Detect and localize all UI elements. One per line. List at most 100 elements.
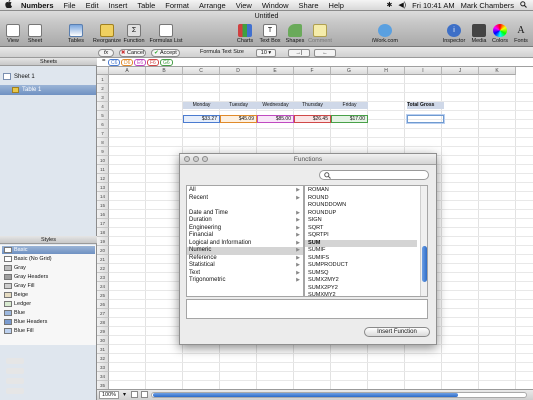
category-item[interactable]: Logical and Information ▶ [187, 240, 303, 248]
value-cell[interactable]: $17.00 [331, 115, 368, 123]
zoom-select[interactable]: 100% [99, 391, 119, 399]
function-item[interactable]: ROUNDUP [305, 210, 417, 218]
toolbar-sheet-button[interactable]: Sheet [22, 24, 48, 44]
row-header[interactable]: 21 [97, 255, 109, 264]
row-header[interactable]: 2 [97, 84, 109, 93]
row-header[interactable]: 19 [97, 237, 109, 246]
row-header[interactable]: 14 [97, 192, 109, 201]
column-header[interactable]: K [479, 67, 516, 75]
function-search-input[interactable] [333, 172, 425, 179]
toolbar-function-button[interactable]: Σ Function [121, 24, 147, 44]
minimize-icon[interactable] [193, 156, 199, 162]
toolbar-shapes-button[interactable]: Shapes [282, 24, 308, 44]
toolbar-reorganize-button[interactable]: Reorganize [90, 24, 124, 44]
column-header[interactable]: H [368, 67, 405, 75]
function-item[interactable]: ROUNDDOWN [305, 202, 417, 210]
row-header[interactable]: 16 [97, 210, 109, 219]
row-header[interactable]: 10 [97, 156, 109, 165]
cancel-button[interactable]: ✖ Cancel [119, 48, 146, 57]
category-item[interactable]: Text ▶ [187, 270, 303, 278]
column-header[interactable]: A [109, 67, 146, 75]
category-item[interactable]: Duration ▶ [187, 217, 303, 225]
doc-icon[interactable] [141, 391, 148, 398]
menu-format[interactable]: Format [160, 1, 194, 10]
style-item[interactable]: Beige [2, 291, 95, 299]
style-item[interactable]: Blue [2, 309, 95, 317]
row-header[interactable]: 30 [97, 336, 109, 345]
close-icon[interactable] [184, 156, 190, 162]
row-header[interactable]: 9 [97, 147, 109, 156]
page-icon[interactable] [131, 391, 138, 398]
row-header[interactable]: 29 [97, 327, 109, 336]
menu-help[interactable]: Help [324, 1, 349, 10]
toolbar-fonts-button[interactable]: A Fonts [508, 24, 533, 44]
row-header[interactable]: 31 [97, 345, 109, 354]
function-item[interactable]: SUMPRODUCT [305, 262, 417, 270]
function-item[interactable]: SUM [305, 239, 417, 247]
function-item[interactable]: SQRT [305, 225, 417, 233]
sidebar-sheet-1[interactable]: Sheet 1 [0, 72, 96, 82]
row-header[interactable]: 18 [97, 228, 109, 237]
value-cell[interactable]: $33.27 [183, 115, 220, 123]
row-header[interactable]: 23 [97, 273, 109, 282]
menubar-clock[interactable]: Fri 10:41 AM [412, 1, 455, 10]
style-item[interactable]: Basic (No Grid) [2, 255, 95, 263]
category-item[interactable]: Statistical ▶ [187, 262, 303, 270]
toolbar-tables-button[interactable]: Tables [63, 24, 89, 44]
row-header[interactable]: 32 [97, 354, 109, 363]
row-header[interactable]: 3 [97, 93, 109, 102]
menu-file[interactable]: File [59, 1, 81, 10]
row-header[interactable]: 12 [97, 174, 109, 183]
style-item[interactable]: Blue Fill [2, 327, 95, 335]
spotlight-icon[interactable] [520, 0, 527, 10]
value-cell[interactable]: $45.09 [220, 115, 257, 123]
header-cell[interactable]: Tuesday [220, 102, 257, 109]
row-header[interactable]: 13 [97, 183, 109, 192]
category-item[interactable]: Reference ▶ [187, 255, 303, 263]
column-header[interactable]: B [146, 67, 183, 75]
toolbar-inspector-button[interactable]: i Inspector [441, 24, 467, 44]
header-cell[interactable]: Wednesday [257, 102, 294, 109]
row-header[interactable]: 1 [97, 75, 109, 84]
category-item[interactable]: All ▶ [187, 187, 303, 195]
bluetooth-icon[interactable]: ✱ [387, 1, 393, 9]
header-cell[interactable]: Friday [331, 102, 368, 109]
row-header[interactable]: 33 [97, 363, 109, 372]
formula-left-button[interactable]: →| [288, 48, 310, 57]
menu-edit[interactable]: Edit [81, 1, 104, 10]
category-item[interactable]: Engineering ▶ [187, 225, 303, 233]
horizontal-scrollbar[interactable] [151, 392, 527, 398]
menu-arrange[interactable]: Arrange [194, 1, 231, 10]
row-header[interactable]: 7 [97, 129, 109, 138]
volume-icon[interactable]: ◀) [398, 1, 406, 9]
function-item[interactable]: SUMX2PY2 [305, 285, 417, 293]
function-list-scrollbar-thumb[interactable] [422, 246, 427, 282]
function-item[interactable]: SUMXMY2 [305, 292, 417, 296]
toolbar-textbox-button[interactable]: T Text Box [257, 24, 283, 44]
formula-token[interactable]: E6 [134, 59, 147, 66]
formula-bar[interactable]: = C6 D6 E6 F6 G6 [97, 58, 533, 67]
row-header[interactable]: 15 [97, 201, 109, 210]
menu-window[interactable]: Window [257, 1, 294, 10]
row-header[interactable]: 8 [97, 138, 109, 147]
style-item[interactable]: Blue Headers [2, 318, 95, 326]
row-header[interactable]: 28 [97, 318, 109, 327]
function-list[interactable]: ROMAN ROUND ROUNDDOWN ROUNDUP SIGN SQRT SQRTPI… [304, 185, 428, 297]
formula-text-size-select[interactable]: 10 ▾ [256, 48, 276, 57]
formula-token[interactable]: G6 [160, 59, 173, 66]
scrollbar-thumb[interactable] [153, 393, 458, 397]
sidebar-table-1[interactable]: Table 1 [0, 85, 96, 95]
row-header[interactable]: 11 [97, 165, 109, 174]
formula-token[interactable]: C6 [108, 59, 121, 66]
function-item[interactable]: SIGN [305, 217, 417, 225]
row-header[interactable]: 17 [97, 219, 109, 228]
row-header[interactable]: 26 [97, 300, 109, 309]
row-header[interactable]: 34 [97, 372, 109, 381]
insert-function-button[interactable]: Insert Function [364, 327, 430, 337]
row-header[interactable]: 4 [97, 102, 109, 111]
formula-right-button[interactable]: ← [314, 48, 336, 57]
value-cell[interactable]: $85.00 [257, 115, 294, 123]
corner-header[interactable] [97, 67, 109, 75]
function-item[interactable]: SUMIF [305, 247, 417, 255]
column-header[interactable]: C [183, 67, 220, 75]
